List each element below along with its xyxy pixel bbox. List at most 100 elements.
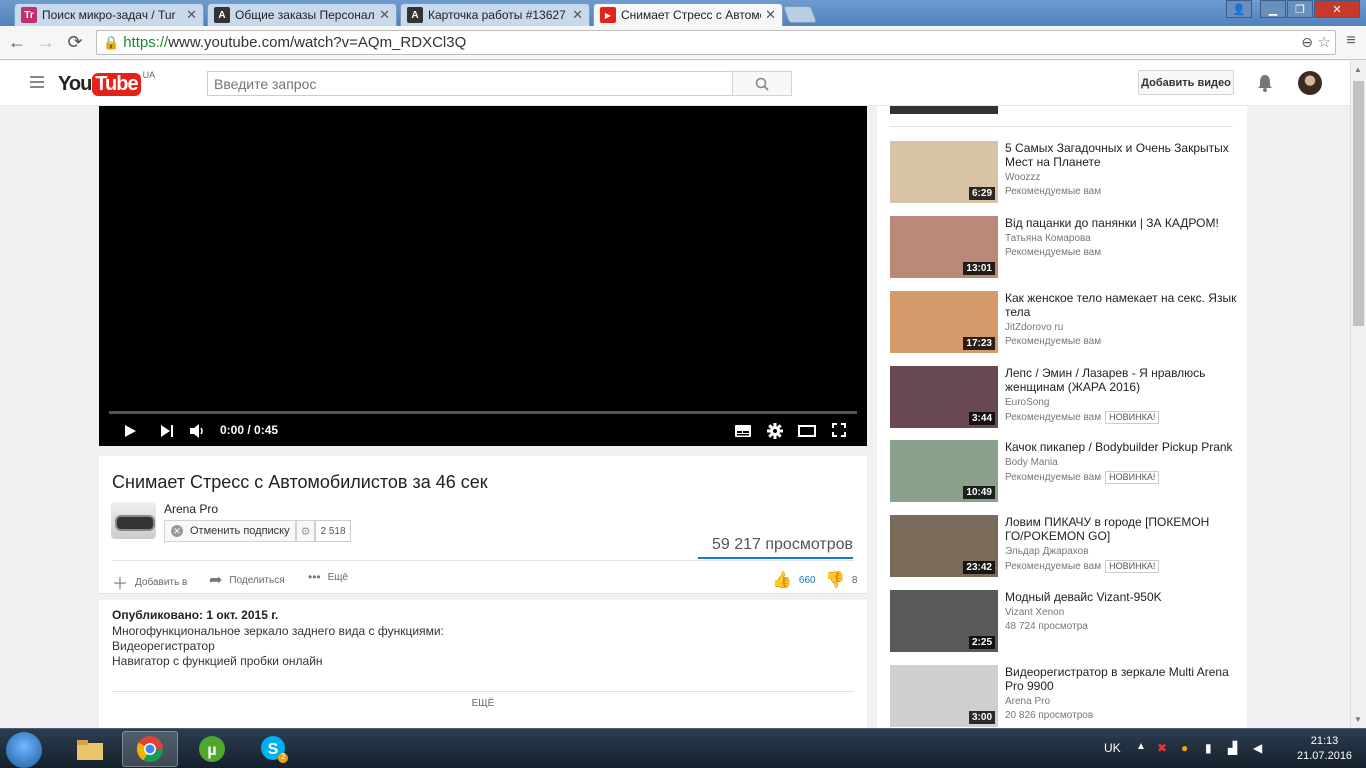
reload-icon[interactable]: ⟳	[64, 32, 86, 53]
video-thumbnail-partial[interactable]	[890, 106, 998, 114]
tab-work-card[interactable]: A Карточка работы #13627 ✕	[400, 3, 590, 26]
video-thumbnail[interactable]: 17:23	[890, 291, 998, 353]
speaker-icon[interactable]: ◀	[1253, 741, 1262, 755]
next-icon[interactable]	[160, 425, 174, 437]
skype-icon[interactable]: S 2	[246, 731, 302, 767]
related-video-channel: EuroSong	[1005, 397, 1050, 408]
scrollbar-thumb[interactable]	[1353, 81, 1364, 326]
subtitles-icon[interactable]	[735, 425, 751, 437]
duration-badge: 17:23	[963, 337, 995, 350]
search-input[interactable]	[207, 71, 733, 96]
close-icon[interactable]: ✕	[572, 7, 583, 23]
chrome-icon[interactable]	[122, 731, 178, 767]
related-video-item[interactable]: 13:01 Від пацанки до панянки | ЗА КАДРОМ…	[890, 216, 1246, 278]
related-video-meta: Рекомендуемые вам	[1005, 247, 1102, 258]
related-video-title[interactable]: Від пацанки до панянки | ЗА КАДРОМ!	[1005, 216, 1237, 230]
related-video-item[interactable]: 6:29 5 Самых Загадочных и Очень Закрытых…	[890, 141, 1246, 203]
scroll-down-icon[interactable]: ▼	[1354, 715, 1362, 724]
youtube-logo[interactable]: You Tube UA	[58, 70, 155, 98]
video-player[interactable]: 0:00 / 0:45	[99, 106, 867, 446]
related-video-title[interactable]: Как женское тело намекает на секс. Язык …	[1005, 291, 1237, 319]
channel-name[interactable]: Arena Pro	[164, 502, 218, 516]
subscription-settings-icon[interactable]: ⚙	[296, 520, 315, 542]
tab-orders[interactable]: A Общие заказы Персонал ✕	[207, 3, 397, 26]
tab-youtube[interactable]: ▶ Снимает Стресс с Автомо ✕	[593, 3, 783, 26]
back-icon[interactable]: ←	[6, 32, 28, 53]
settings-gear-icon[interactable]	[767, 423, 783, 439]
related-video-title[interactable]: Видеорегистратор в зеркале Multi Arena P…	[1005, 665, 1237, 693]
related-video-title[interactable]: Модный девайс Vizant-950K	[1005, 590, 1237, 604]
duration-badge: 23:42	[963, 561, 995, 574]
explorer-icon[interactable]	[62, 731, 118, 767]
restore-button[interactable]: ❐	[1287, 0, 1313, 18]
add-to-button[interactable]: ＋ Добавить в	[112, 570, 187, 594]
related-video-meta: Рекомендуемые вам НОВИНКА!	[1005, 411, 1160, 424]
video-thumbnail[interactable]: 6:29	[890, 141, 998, 203]
zoom-icon[interactable]: ⊖	[1301, 34, 1313, 51]
video-thumbnail[interactable]: 13:01	[890, 216, 998, 278]
toloka-icon: Tr	[21, 7, 37, 23]
related-video-title[interactable]: Лепс / Эмин / Лазарев - Я нравлюсь женщи…	[1005, 366, 1237, 394]
related-video-title[interactable]: 5 Самых Загадочных и Очень Закрытых Мест…	[1005, 141, 1237, 169]
more-actions-button[interactable]: ••• Ещё	[308, 570, 348, 584]
address-bar[interactable]: 🔒 https:// www.youtube.com/watch?v=AQm_R…	[96, 30, 1336, 55]
video-thumbnail[interactable]: 23:42	[890, 515, 998, 577]
tray-expand-icon[interactable]: ▲	[1136, 741, 1146, 752]
related-video-item[interactable]: 10:49 Качок пикапер / Bodybuilder Pickup…	[890, 440, 1246, 502]
cancel-icon: ✕	[171, 525, 183, 537]
show-more-button[interactable]: ЕЩЁ	[99, 698, 867, 709]
related-video-item[interactable]: 23:42 Ловим ПИКАЧУ в городе [ПОКЕМОН ГО/…	[890, 515, 1246, 577]
bookmark-star-icon[interactable]: ☆	[1318, 33, 1331, 51]
channel-avatar[interactable]	[111, 502, 156, 539]
signal-icon[interactable]: ▟	[1228, 741, 1237, 755]
utorrent-icon[interactable]: µ	[184, 731, 240, 767]
start-button[interactable]	[6, 732, 42, 768]
fullscreen-icon[interactable]	[832, 423, 846, 437]
volume-icon[interactable]	[189, 424, 205, 438]
tray-app-icon[interactable]: ●	[1181, 741, 1188, 755]
video-thumbnail[interactable]: 2:25	[890, 590, 998, 652]
menu-icon[interactable]: ≡	[1340, 32, 1362, 50]
theater-mode-icon[interactable]	[798, 425, 816, 437]
guide-menu-icon[interactable]	[30, 76, 44, 88]
like-button[interactable]: 👍 660	[772, 570, 816, 590]
svg-text:µ: µ	[207, 742, 216, 759]
dislike-button[interactable]: 👎 8	[825, 570, 857, 590]
close-icon[interactable]: ✕	[765, 7, 776, 23]
related-video-item[interactable]: 3:00 Видеорегистратор в зеркале Multi Ar…	[890, 665, 1246, 727]
user-icon[interactable]: 👤	[1226, 0, 1252, 18]
page-scrollbar[interactable]: ▲ ▼	[1350, 61, 1366, 728]
system-clock[interactable]: 21:13 21.07.2016	[1297, 734, 1352, 764]
close-icon[interactable]: ✕	[186, 7, 197, 23]
close-window-button[interactable]: ✕	[1314, 0, 1360, 18]
avatar[interactable]	[1298, 71, 1322, 95]
upload-button[interactable]: Добавить видео	[1138, 70, 1234, 95]
minimize-button[interactable]: ▁	[1260, 0, 1286, 18]
forward-icon[interactable]: →	[35, 32, 57, 53]
share-button[interactable]: ➦ Поделиться	[209, 570, 285, 590]
related-video-title[interactable]: Ловим ПИКАЧУ в городе [ПОКЕМОН ГО/POKEMO…	[1005, 515, 1237, 543]
related-video-item[interactable]: 17:23 Как женское тело намекает на секс.…	[890, 291, 1246, 353]
notifications-bell-icon[interactable]	[1256, 73, 1274, 93]
related-video-meta: 20 826 просмотров	[1005, 710, 1094, 721]
play-icon[interactable]	[123, 424, 137, 438]
progress-bar[interactable]	[109, 411, 857, 414]
scroll-up-icon[interactable]: ▲	[1354, 65, 1362, 74]
related-video-item[interactable]: 2:25 Модный девайс Vizant-950K Vizant Xe…	[890, 590, 1246, 652]
divider	[112, 560, 854, 561]
duration-badge: 10:49	[963, 486, 995, 499]
thumbs-up-icon: 👍	[772, 572, 792, 589]
unsubscribe-button[interactable]: ✕ Отменить подписку	[164, 520, 296, 542]
related-video-title[interactable]: Качок пикапер / Bodybuilder Pickup Prank	[1005, 440, 1237, 454]
network-error-icon[interactable]: ✖	[1157, 741, 1167, 755]
video-thumbnail[interactable]: 3:00	[890, 665, 998, 727]
new-tab-button[interactable]	[782, 6, 818, 23]
video-thumbnail[interactable]: 10:49	[890, 440, 998, 502]
close-icon[interactable]: ✕	[379, 7, 390, 23]
search-button[interactable]	[732, 71, 792, 96]
related-video-item[interactable]: 3:44 Лепс / Эмин / Лазарев - Я нравлюсь …	[890, 366, 1246, 428]
battery-icon[interactable]: ▮	[1205, 741, 1212, 755]
tab-toloka[interactable]: Tr Поиск микро-задач / Tur ✕	[14, 3, 204, 26]
language-indicator[interactable]: UK	[1104, 741, 1121, 755]
video-thumbnail[interactable]: 3:44	[890, 366, 998, 428]
